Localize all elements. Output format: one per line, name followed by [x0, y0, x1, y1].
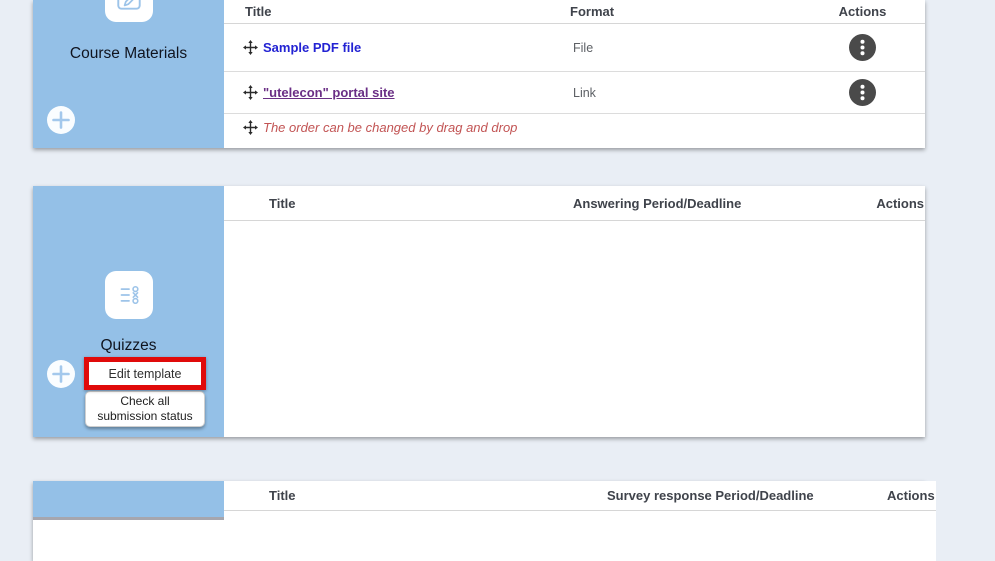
section-title: Course Materials	[33, 45, 224, 63]
edit-template-button[interactable]: Edit template	[84, 357, 206, 390]
section-surveys: Title Survey response Period/Deadline Ac…	[33, 481, 925, 561]
column-header-title: Title	[224, 0, 560, 23]
actions-menu-button[interactable]	[848, 78, 877, 107]
surveys-sidebar-block	[33, 481, 224, 517]
quiz-list-icon	[114, 280, 144, 310]
column-header-actions: Actions	[887, 481, 936, 510]
check-all-submission-status-button[interactable]: Check all submission status	[85, 391, 205, 427]
actions-menu-button[interactable]	[848, 33, 877, 62]
column-header-title: Title	[224, 186, 573, 220]
drag-drop-note: The order can be changed by drag and dro…	[263, 120, 517, 135]
column-header-period: Survey response Period/Deadline	[607, 481, 887, 510]
material-link[interactable]: "utelecon" portal site	[263, 85, 395, 100]
course-admin-page: { "colors": { "page_background": "#e9eef…	[0, 0, 995, 520]
column-header-actions: Actions	[803, 186, 925, 220]
quizzes-table: Title Answering Period/Deadline Actions	[224, 186, 925, 437]
surveys-table: Title Survey response Period/Deadline Ac…	[224, 481, 936, 561]
surveys-sidebar	[33, 481, 224, 561]
add-course-material-button[interactable]	[47, 106, 75, 134]
add-quiz-button[interactable]	[47, 360, 75, 388]
column-header-format: Format	[560, 0, 800, 23]
edit-pencil-icon	[114, 0, 144, 13]
table-header-row: Title Answering Period/Deadline Actions	[224, 186, 925, 221]
edit-template-label: Edit template	[109, 367, 182, 381]
course-materials-icon	[105, 0, 153, 22]
section-title: Quizzes	[33, 337, 224, 355]
quizzes-sidebar: Quizzes Edit template Check all submissi…	[33, 186, 224, 437]
kebab-icon	[848, 33, 877, 62]
format-cell: Link	[560, 86, 800, 100]
section-quizzes: Quizzes Edit template Check all submissi…	[33, 186, 925, 437]
drag-drop-note-row: The order can be changed by drag and dro…	[224, 114, 925, 150]
plus-icon	[52, 111, 70, 129]
format-cell: File	[560, 41, 800, 55]
check-all-label-line1: Check all	[120, 394, 169, 409]
quiz-icon	[105, 271, 153, 319]
check-all-label-line2: submission status	[97, 409, 192, 424]
course-materials-table: Title Format Actions Sample PDF file Fil…	[224, 0, 925, 148]
table-row: "utelecon" portal site Link	[224, 72, 925, 114]
kebab-icon	[848, 78, 877, 107]
table-header-row: Title Survey response Period/Deadline Ac…	[224, 481, 936, 511]
drag-handle-icon	[243, 120, 258, 135]
table-row: Sample PDF file File	[224, 24, 925, 72]
column-header-period: Answering Period/Deadline	[573, 186, 803, 220]
drag-handle-icon[interactable]	[243, 85, 258, 100]
column-header-actions: Actions	[800, 0, 925, 23]
plus-icon	[52, 365, 70, 383]
table-header-row: Title Format Actions	[224, 0, 925, 24]
material-link[interactable]: Sample PDF file	[263, 40, 361, 55]
section-course-materials: Course Materials Title Format Actions Sa…	[33, 0, 925, 148]
drag-handle-icon[interactable]	[243, 40, 258, 55]
column-header-title: Title	[224, 481, 607, 510]
course-materials-sidebar: Course Materials	[33, 0, 224, 148]
